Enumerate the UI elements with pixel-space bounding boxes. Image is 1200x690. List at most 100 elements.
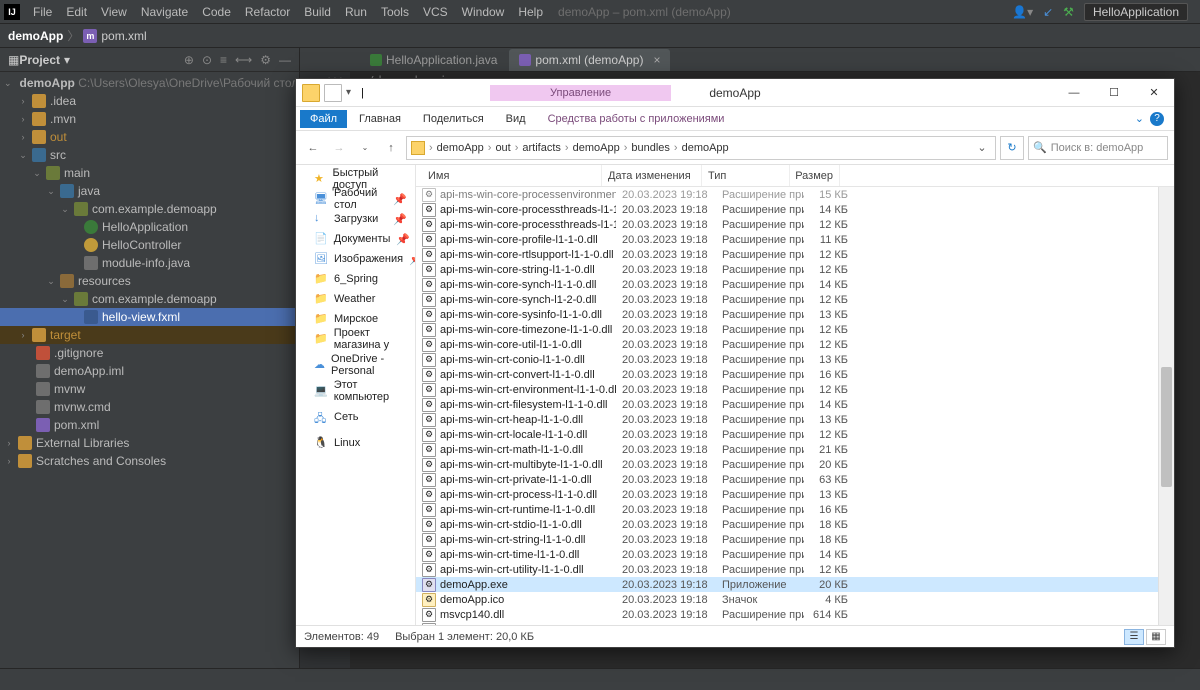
side-network[interactable]: 🖧Сеть bbox=[296, 407, 415, 427]
col-size[interactable]: Размер bbox=[790, 165, 840, 186]
tree-target[interactable]: target bbox=[50, 328, 81, 342]
side-spring[interactable]: 📁6_Spring bbox=[296, 269, 415, 289]
column-headers[interactable]: Имя Дата изменения Тип Размер bbox=[416, 165, 1174, 187]
side-linux[interactable]: 🐧Linux bbox=[296, 433, 415, 453]
list-item[interactable]: ⚙api-ms-win-crt-process-l1-1-0.dll20.03.… bbox=[416, 487, 1174, 502]
ribbon-share[interactable]: Поделиться bbox=[413, 110, 494, 128]
project-tree[interactable]: ⌄demoApp C:\Users\Olesya\OneDrive\Рабочи… bbox=[0, 72, 299, 668]
side-weather[interactable]: 📁Weather bbox=[296, 289, 415, 309]
nav-back-button[interactable]: ← bbox=[302, 137, 324, 159]
tree-out[interactable]: out bbox=[50, 130, 67, 144]
view-details-button[interactable]: ☰ bbox=[1124, 629, 1144, 645]
list-item[interactable]: ⚙api-ms-win-core-synch-l1-1-0.dll20.03.2… bbox=[416, 277, 1174, 292]
tree-src[interactable]: src bbox=[50, 148, 66, 162]
list-item[interactable]: ⚙api-ms-win-core-rtlsupport-l1-1-0.dll20… bbox=[416, 247, 1174, 262]
side-onedrive[interactable]: ☁OneDrive - Personal bbox=[296, 355, 415, 375]
tree-java[interactable]: java bbox=[78, 184, 100, 198]
list-item[interactable]: ⚙api-ms-win-crt-environment-l1-1-0.dll20… bbox=[416, 382, 1174, 397]
list-item[interactable]: ⚙api-ms-win-core-sysinfo-l1-1-0.dll20.03… bbox=[416, 307, 1174, 322]
list-item[interactable]: ⚙api-ms-win-core-synch-l1-2-0.dll20.03.2… bbox=[416, 292, 1174, 307]
project-title[interactable]: Project bbox=[19, 53, 60, 67]
tree-collapse-icon[interactable]: ⊕ bbox=[184, 53, 194, 67]
list-item[interactable]: ⚙api-ms-win-crt-conio-l1-1-0.dll20.03.20… bbox=[416, 352, 1174, 367]
tree-pkg[interactable]: com.example.demoapp bbox=[92, 202, 217, 216]
bc-1[interactable]: out bbox=[495, 142, 510, 154]
tree-fxml[interactable]: hello-view.fxml bbox=[102, 310, 180, 324]
list-item[interactable]: ⚙api-ms-win-crt-stdio-l1-1-0.dll20.03.20… bbox=[416, 517, 1174, 532]
menu-build[interactable]: Build bbox=[297, 2, 338, 22]
list-item[interactable]: ⚙api-ms-win-crt-convert-l1-1-0.dll20.03.… bbox=[416, 367, 1174, 382]
list-item[interactable]: ⚙api-ms-win-crt-runtime-l1-1-0.dll20.03.… bbox=[416, 502, 1174, 517]
explorer-sidebar[interactable]: ★Быстрый доступ 🖥Рабочий стол📌 ↓Загрузки… bbox=[296, 165, 416, 625]
list-item[interactable]: ⚙api-ms-win-crt-heap-l1-1-0.dll20.03.202… bbox=[416, 412, 1174, 427]
help-icon[interactable]: ? bbox=[1150, 112, 1164, 126]
menu-window[interactable]: Window bbox=[455, 2, 512, 22]
list-item[interactable]: ⚙packager.dll20.03.2023 19:18Расширение … bbox=[416, 622, 1174, 625]
scroll-thumb[interactable] bbox=[1161, 367, 1172, 487]
maximize-button[interactable]: ☐ bbox=[1094, 79, 1134, 107]
nav-fwd-button[interactable]: → bbox=[328, 137, 350, 159]
close-button[interactable]: ✕ bbox=[1134, 79, 1174, 107]
ribbon-file[interactable]: Файл bbox=[300, 110, 347, 128]
side-documents[interactable]: 📄Документы📌 bbox=[296, 229, 415, 249]
list-item[interactable]: ⚙api-ms-win-core-profile-l1-1-0.dll20.03… bbox=[416, 232, 1174, 247]
ribbon-context-tab[interactable]: Управление bbox=[490, 85, 671, 101]
vcs-arrow-icon[interactable]: ↙ bbox=[1043, 5, 1053, 19]
list-item[interactable]: ⚙api-ms-win-crt-string-l1-1-0.dll20.03.2… bbox=[416, 532, 1174, 547]
bc-3[interactable]: demoApp bbox=[573, 142, 620, 154]
bc-0[interactable]: demoApp bbox=[437, 142, 484, 154]
menu-tools[interactable]: Tools bbox=[374, 2, 416, 22]
build-hammer-icon[interactable]: ⚒ bbox=[1063, 5, 1074, 19]
list-item[interactable]: ⚙demoApp.ico20.03.2023 19:18Значок4 КБ bbox=[416, 592, 1174, 607]
tree-minus-icon[interactable]: — bbox=[279, 53, 291, 67]
address-dropdown-icon[interactable]: ⌄ bbox=[973, 141, 991, 154]
col-date[interactable]: Дата изменения bbox=[602, 165, 702, 186]
tree-iml[interactable]: demoApp.iml bbox=[54, 364, 124, 378]
tree-modinfo[interactable]: module-info.java bbox=[102, 256, 190, 270]
list-item[interactable]: ⚙api-ms-win-core-util-l1-1-0.dll20.03.20… bbox=[416, 337, 1174, 352]
bc-file[interactable]: pom.xml bbox=[101, 29, 146, 43]
tree-hide-icon[interactable]: ⟷ bbox=[235, 53, 252, 67]
ribbon-home[interactable]: Главная bbox=[349, 110, 411, 128]
list-item[interactable]: ⚙api-ms-win-crt-multibyte-l1-1-0.dll20.0… bbox=[416, 457, 1174, 472]
side-thispc[interactable]: 💻Этот компьютер bbox=[296, 381, 415, 401]
tree-root[interactable]: demoApp bbox=[20, 76, 75, 90]
search-input[interactable]: 🔍Поиск в: demoApp bbox=[1028, 136, 1168, 160]
tree-hellocontroller[interactable]: HelloController bbox=[102, 238, 181, 252]
nav-recent-icon[interactable]: ⌄ bbox=[354, 137, 376, 159]
list-item[interactable]: ⚙api-ms-win-crt-private-l1-1-0.dll20.03.… bbox=[416, 472, 1174, 487]
menu-file[interactable]: File bbox=[26, 2, 59, 22]
tree-idea[interactable]: .idea bbox=[50, 94, 76, 108]
list-item[interactable]: ⚙api-ms-win-core-processthreads-l1-1-0.d… bbox=[416, 202, 1174, 217]
list-item[interactable]: ⚙api-ms-win-crt-filesystem-l1-1-0.dll20.… bbox=[416, 397, 1174, 412]
side-desktop[interactable]: 🖥Рабочий стол📌 bbox=[296, 189, 415, 209]
tree-gitignore[interactable]: .gitignore bbox=[54, 346, 103, 360]
bc-5[interactable]: demoApp bbox=[682, 142, 729, 154]
list-item[interactable]: ⚙demoApp.exe20.03.2023 19:18Приложение20… bbox=[416, 577, 1174, 592]
ribbon-app-tools[interactable]: Средства работы с приложениями bbox=[538, 110, 735, 128]
refresh-button[interactable]: ↻ bbox=[1000, 136, 1024, 160]
side-quick-access[interactable]: ★Быстрый доступ bbox=[296, 169, 415, 189]
list-item[interactable]: ⚙api-ms-win-crt-time-l1-1-0.dll20.03.202… bbox=[416, 547, 1174, 562]
list-item[interactable]: ⚙msvcp140.dll20.03.2023 19:18Расширение … bbox=[416, 607, 1174, 622]
list-item[interactable]: ⚙api-ms-win-crt-math-l1-1-0.dll20.03.202… bbox=[416, 442, 1174, 457]
side-mir[interactable]: 📁Мирское bbox=[296, 309, 415, 329]
menu-navigate[interactable]: Navigate bbox=[134, 2, 195, 22]
explorer-titlebar[interactable]: ▾ | Управление demoApp — ☐ ✕ bbox=[296, 79, 1174, 107]
scrollbar[interactable] bbox=[1158, 187, 1174, 625]
explorer-qat-icon[interactable] bbox=[324, 84, 342, 102]
file-rows[interactable]: ⚙api-ms-win-core-processenvironment-l1…2… bbox=[416, 187, 1174, 625]
menu-view[interactable]: View bbox=[94, 2, 134, 22]
side-pictures[interactable]: 🖼Изображения📌 bbox=[296, 249, 415, 269]
menu-edit[interactable]: Edit bbox=[59, 2, 94, 22]
tree-scratch[interactable]: Scratches and Consoles bbox=[36, 454, 166, 468]
qat-dropdown-icon[interactable]: ▾ bbox=[346, 87, 351, 98]
tree-extlib[interactable]: External Libraries bbox=[36, 436, 129, 450]
bc-root[interactable]: demoApp bbox=[8, 29, 63, 43]
list-item[interactable]: ⚙api-ms-win-crt-utility-l1-1-0.dll20.03.… bbox=[416, 562, 1174, 577]
tree-pom[interactable]: pom.xml bbox=[54, 418, 99, 432]
list-item[interactable]: ⚙api-ms-win-core-timezone-l1-1-0.dll20.0… bbox=[416, 322, 1174, 337]
list-item[interactable]: ⚙api-ms-win-core-processthreads-l1-1-1.d… bbox=[416, 217, 1174, 232]
tree-mvn[interactable]: .mvn bbox=[50, 112, 76, 126]
menu-refactor[interactable]: Refactor bbox=[238, 2, 297, 22]
